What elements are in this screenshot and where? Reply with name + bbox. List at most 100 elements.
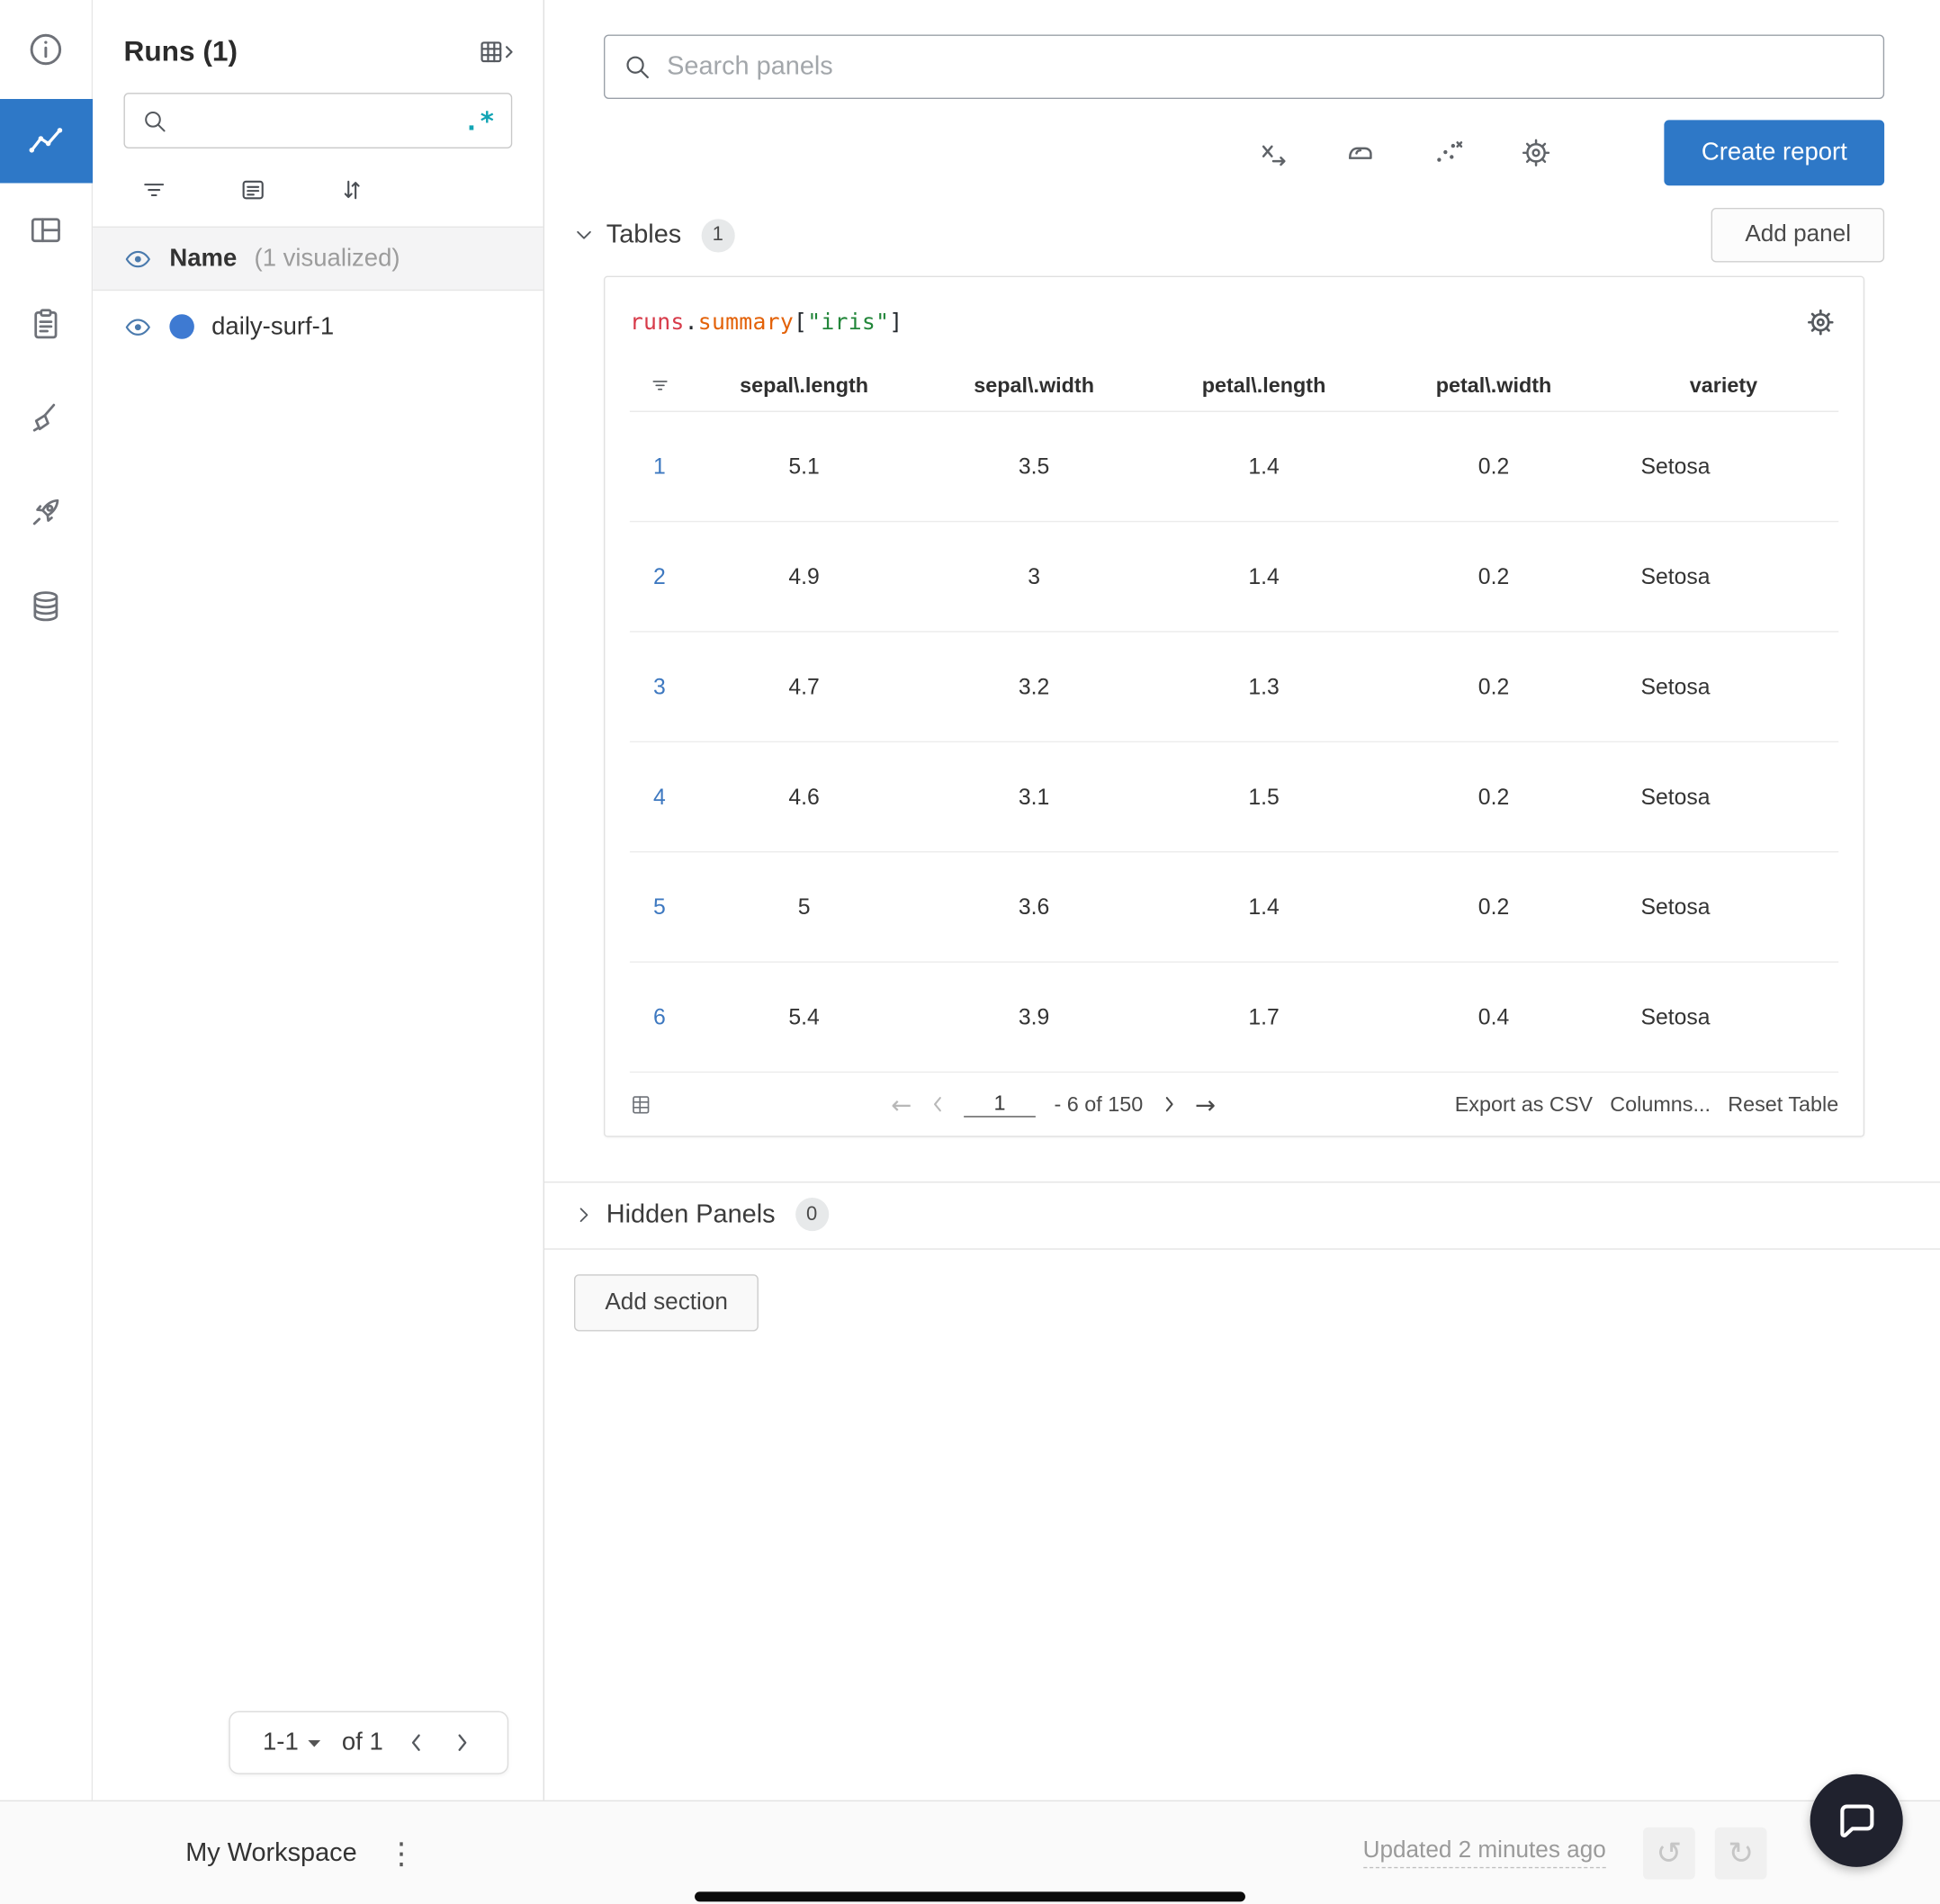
panel-settings-button[interactable] xyxy=(1805,307,1836,337)
code-string: "iris" xyxy=(807,309,890,336)
cell: Setosa xyxy=(1640,784,1711,809)
workspace-settings-button[interactable] xyxy=(1520,136,1553,169)
cell: 1.7 xyxy=(1248,1003,1280,1029)
add-panel-button[interactable]: Add panel xyxy=(1711,208,1885,263)
chevron-left-icon[interactable] xyxy=(930,1095,946,1114)
create-report-button[interactable]: Create report xyxy=(1664,120,1885,186)
cell: 5.4 xyxy=(788,1003,820,1029)
chat-support-button[interactable] xyxy=(1810,1774,1903,1867)
row-index-link[interactable]: 6 xyxy=(630,1004,689,1030)
code-bracket: [ xyxy=(794,309,808,336)
visibility-all-toggle[interactable] xyxy=(124,245,153,274)
cell: 4.7 xyxy=(788,673,820,699)
panel-search-input[interactable] xyxy=(667,51,1866,82)
chevron-right-icon[interactable] xyxy=(1162,1095,1177,1114)
sort-runs-button[interactable] xyxy=(337,175,366,204)
tables-section-header: Tables 1 Add panel xyxy=(577,208,1885,263)
first-page-button[interactable]: ← xyxy=(891,1091,912,1117)
workspace-menu-button[interactable]: ⋮ xyxy=(387,1836,417,1871)
app-root: Runs (1) .* Name (1 visualized) daily-su… xyxy=(0,0,1940,1904)
row-index-link[interactable]: 1 xyxy=(630,454,689,480)
cell: 1.4 xyxy=(1248,894,1280,919)
section-divider xyxy=(544,1248,1940,1250)
run-visibility-toggle[interactable] xyxy=(124,312,153,341)
filter-runs-button[interactable] xyxy=(139,175,168,204)
cell: 3.5 xyxy=(1018,453,1050,479)
cell: Setosa xyxy=(1640,1003,1711,1029)
info-button[interactable] xyxy=(0,0,92,99)
table-row: 2 4.9 3 1.4 0.2 Setosa xyxy=(629,522,1839,633)
table-row: 4 4.6 3.1 1.5 0.2 Setosa xyxy=(629,742,1839,853)
cell: 1.4 xyxy=(1248,563,1280,588)
run-list-item[interactable]: daily-surf-1 xyxy=(93,291,543,363)
expand-section-button[interactable] xyxy=(571,1202,597,1227)
column-header[interactable]: sepal\.length xyxy=(689,373,919,399)
group-runs-button[interactable] xyxy=(238,175,267,204)
add-section-button[interactable]: Add section xyxy=(574,1274,759,1332)
home-indicator xyxy=(695,1891,1245,1902)
workspace-charts-button[interactable] xyxy=(0,99,93,184)
iron-icon xyxy=(1349,147,1372,159)
table-actions: Export as CSV Columns... Reset Table xyxy=(1455,1091,1839,1117)
page-size-dropdown[interactable]: 1-1 xyxy=(263,1729,322,1757)
column-header[interactable]: sepal\.width xyxy=(919,373,1148,399)
table-filter-button[interactable] xyxy=(630,375,689,396)
reset-table-button[interactable]: Reset Table xyxy=(1728,1091,1838,1117)
row-index-link[interactable]: 4 xyxy=(630,784,689,810)
eye-icon xyxy=(125,318,150,336)
page-number-input[interactable] xyxy=(964,1091,1036,1118)
cell: 0.2 xyxy=(1477,563,1510,588)
x-axis-icon xyxy=(1262,145,1286,166)
status-bar: My Workspace ⋮ Updated 2 minutes ago ↺ ↻ xyxy=(0,1800,1940,1904)
row-view-toggle[interactable] xyxy=(630,1093,652,1116)
row-index-link[interactable]: 5 xyxy=(630,894,689,920)
filter-icon xyxy=(144,184,165,197)
expand-runs-table-button[interactable] xyxy=(479,37,516,67)
cell: Setosa xyxy=(1640,673,1711,699)
outliers-settings-button[interactable] xyxy=(1432,136,1465,169)
page-range-label: - 6 of 150 xyxy=(1054,1091,1144,1116)
artifacts-button[interactable] xyxy=(0,560,92,654)
sort-arrows-icon xyxy=(344,180,360,200)
chat-bubble-icon xyxy=(1839,1803,1873,1837)
last-page-button[interactable]: → xyxy=(1195,1091,1216,1117)
row-index-link[interactable]: 2 xyxy=(630,563,689,589)
broom-icon xyxy=(32,403,56,432)
eye-icon xyxy=(125,250,150,267)
workspace-name: My Workspace xyxy=(185,1837,357,1867)
cell: 1.5 xyxy=(1248,784,1280,809)
launch-button[interactable] xyxy=(0,465,92,560)
cell: 0.4 xyxy=(1477,1003,1510,1029)
undo-button[interactable]: ↺ xyxy=(1643,1827,1695,1879)
next-page-button[interactable] xyxy=(449,1732,475,1753)
gear-icon xyxy=(1522,139,1550,166)
table-row: 6 5.4 3.9 1.7 0.4 Setosa xyxy=(629,963,1839,1073)
chevron-left-icon xyxy=(411,1734,420,1751)
prev-page-button[interactable] xyxy=(403,1732,429,1753)
column-header[interactable]: petal\.length xyxy=(1149,373,1379,399)
code-bracket: ] xyxy=(889,309,903,336)
row-index-link[interactable]: 3 xyxy=(630,674,689,700)
export-csv-button[interactable]: Export as CSV xyxy=(1455,1091,1593,1117)
columns-button[interactable]: Columns... xyxy=(1610,1091,1711,1117)
panels-button[interactable] xyxy=(0,184,92,278)
cell: Setosa xyxy=(1640,894,1711,919)
cell: 3.6 xyxy=(1018,894,1050,919)
logs-button[interactable] xyxy=(0,277,92,372)
smoothing-settings-button[interactable] xyxy=(1343,136,1377,169)
runs-search-input[interactable] xyxy=(180,106,452,135)
visualized-count-label: (1 visualized) xyxy=(254,244,400,272)
column-header[interactable]: petal\.width xyxy=(1379,373,1608,399)
cell: 0.2 xyxy=(1477,453,1510,479)
x-axis-settings-button[interactable] xyxy=(1256,136,1289,169)
regex-toggle[interactable]: .* xyxy=(463,106,495,136)
table-header-row: sepal\.length sepal\.width petal\.length… xyxy=(629,360,1839,412)
column-header[interactable]: variety xyxy=(1609,373,1838,399)
workspace-main: Create report Tables 1 Add panel runs.su… xyxy=(544,0,1940,1801)
collapse-section-button[interactable] xyxy=(571,223,597,248)
search-icon xyxy=(145,111,166,131)
sweeps-button[interactable] xyxy=(0,372,92,466)
scatter-points-icon xyxy=(1437,141,1463,162)
redo-button[interactable]: ↻ xyxy=(1714,1827,1767,1879)
search-icon xyxy=(626,56,649,79)
